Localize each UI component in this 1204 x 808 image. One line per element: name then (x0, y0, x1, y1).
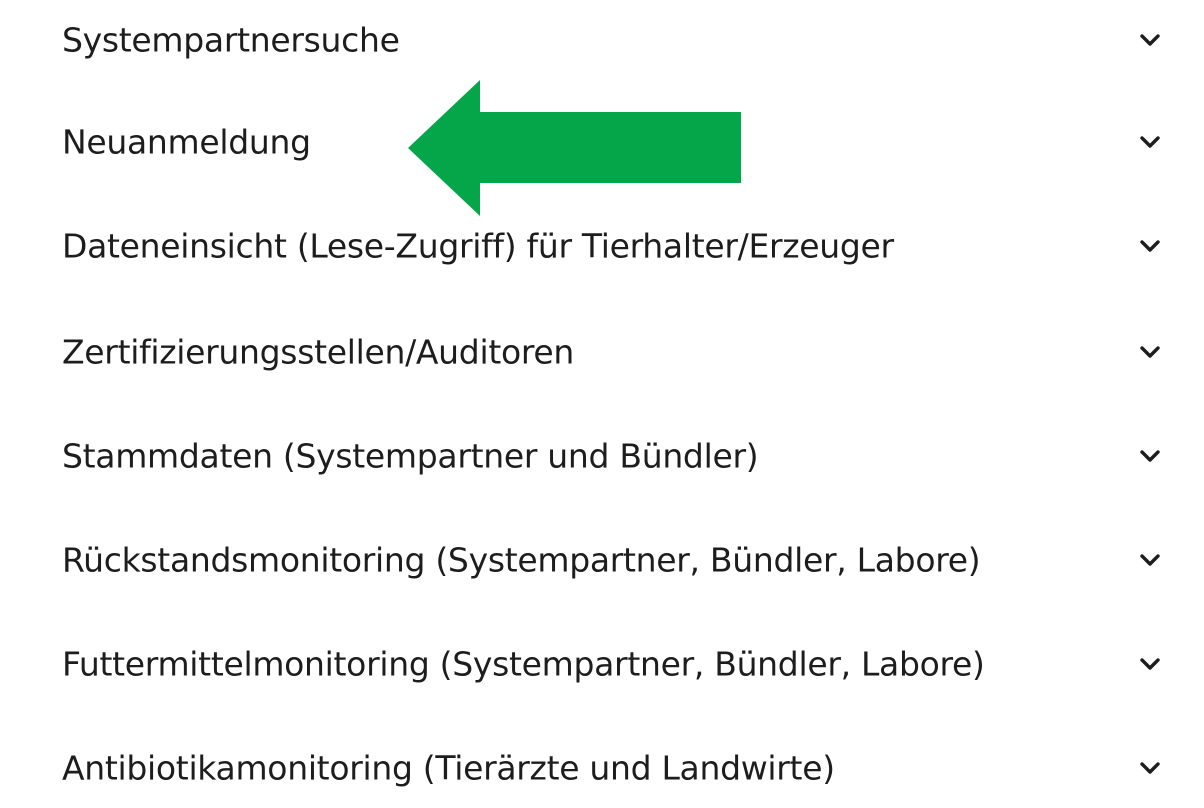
menu-item-systempartnersuche[interactable]: Systempartnersuche (0, 0, 1204, 80)
menu-item-label: Zertifizierungsstellen/Auditoren (62, 332, 575, 372)
arrow-left-icon (408, 80, 741, 216)
menu-item-label: Systempartnersuche (62, 20, 400, 60)
menu-item-zertifizierungsstellen[interactable]: Zertifizierungsstellen/Auditoren (0, 312, 1204, 392)
menu-item-futtermittelmonitoring[interactable]: Futtermittelmonitoring (Systempartner, B… (0, 624, 1204, 704)
menu-item-label: Dateneinsicht (Lese-Zugriff) für Tierhal… (62, 226, 894, 266)
chevron-down-icon[interactable] (1139, 33, 1161, 47)
menu-item-label: Futtermittelmonitoring (Systempartner, B… (62, 644, 985, 684)
menu-item-stammdaten[interactable]: Stammdaten (Systempartner und Bündler) (0, 416, 1204, 496)
chevron-down-icon[interactable] (1139, 553, 1161, 567)
menu-item-label: Neuanmeldung (62, 122, 311, 162)
chevron-down-icon[interactable] (1139, 449, 1161, 463)
menu-item-rueckstandsmonitoring[interactable]: Rückstandsmonitoring (Systempartner, Bün… (0, 520, 1204, 600)
chevron-down-icon[interactable] (1139, 135, 1161, 149)
chevron-down-icon[interactable] (1139, 239, 1161, 253)
chevron-down-icon[interactable] (1139, 345, 1161, 359)
menu-item-label: Rückstandsmonitoring (Systempartner, Bün… (62, 540, 981, 580)
menu-item-label: Stammdaten (Systempartner und Bündler) (62, 436, 759, 476)
menu-item-label: Antibiotikamonitoring (Tierärzte und Lan… (62, 748, 835, 788)
menu-item-dateneinsicht[interactable]: Dateneinsicht (Lese-Zugriff) für Tierhal… (0, 206, 1204, 286)
chevron-down-icon[interactable] (1139, 761, 1161, 775)
chevron-down-icon[interactable] (1139, 657, 1161, 671)
menu-item-antibiotikamonitoring[interactable]: Antibiotikamonitoring (Tierärzte und Lan… (0, 728, 1204, 808)
